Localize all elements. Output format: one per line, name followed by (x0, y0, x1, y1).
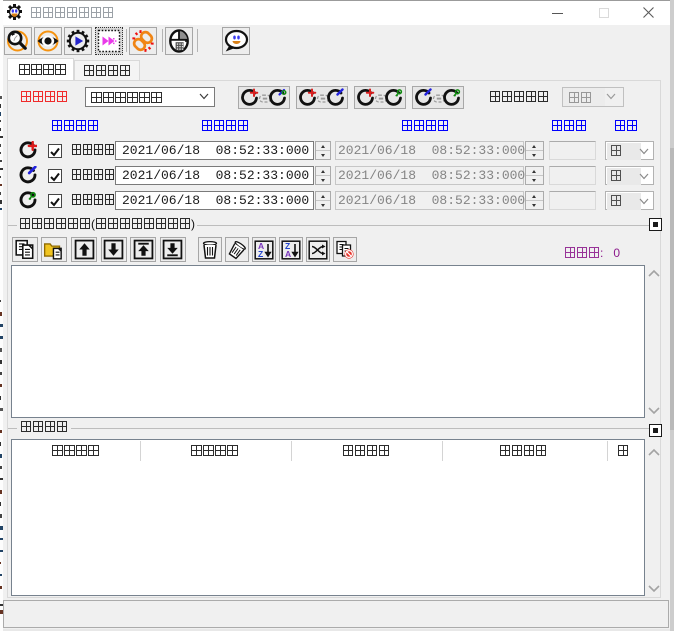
svg-text:Z: Z (258, 249, 263, 259)
svg-text:A: A (285, 249, 291, 259)
